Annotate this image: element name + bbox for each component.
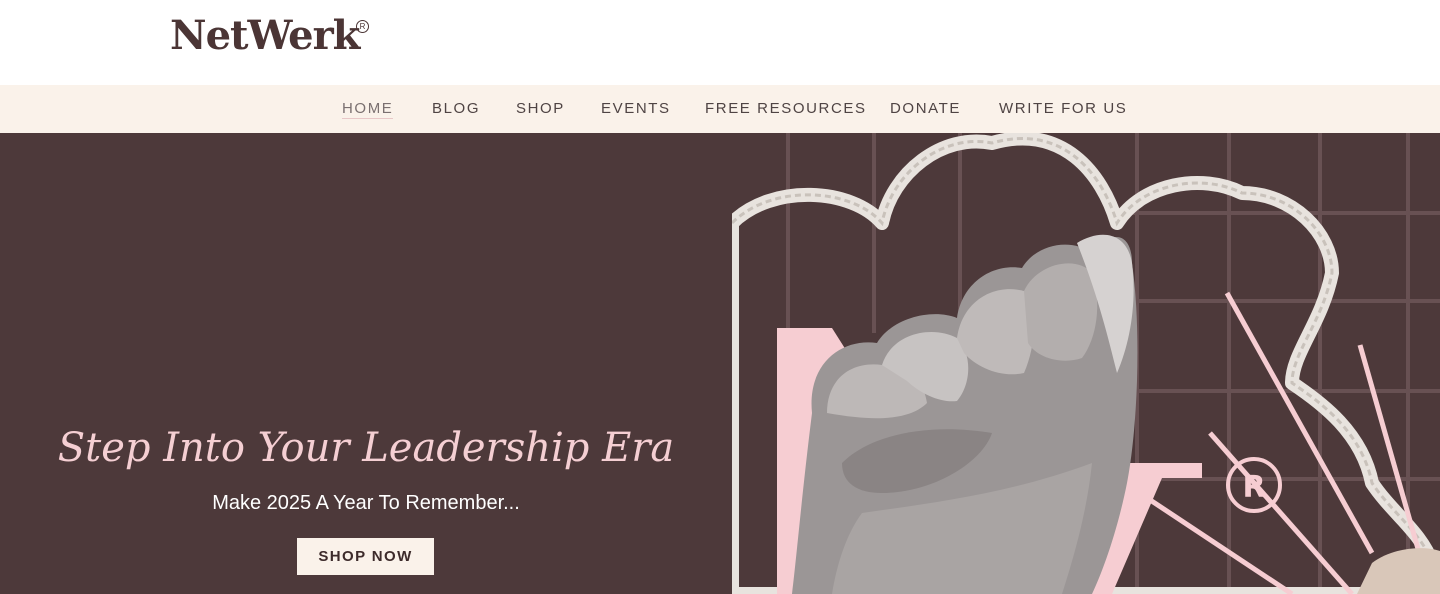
hero-subheadline: Make 2025 A Year To Remember... [212,492,520,514]
main-navigation: HOME BLOG SHOP EVENTS FREE RESOURCES DON… [0,85,1440,133]
nav-item-blog[interactable]: BLOG [432,100,480,117]
nav-item-shop[interactable]: SHOP [516,100,565,117]
nav-item-donate[interactable]: DONATE [890,100,961,117]
brand-mark-icon: R [1242,470,1265,505]
site-logo[interactable]: NetWerk [170,12,360,59]
nav-item-write-for-us[interactable]: WRITE FOR US [999,100,1127,117]
nav-item-free-resources[interactable]: FREE RESOURCES [705,100,867,117]
registered-mark-icon: R [356,20,369,33]
raised-fist-collage-icon: R [732,133,1440,594]
site-header: NetWerk R [0,0,1440,85]
hero-banner: R Step Into Your Leadership Era Make 202… [0,133,1440,594]
hero-headline: Step Into Your Leadership Era [57,425,675,471]
shop-now-button[interactable]: SHOP NOW [297,538,434,575]
nav-item-events[interactable]: EVENTS [601,100,671,117]
nav-item-home[interactable]: HOME [342,100,394,119]
